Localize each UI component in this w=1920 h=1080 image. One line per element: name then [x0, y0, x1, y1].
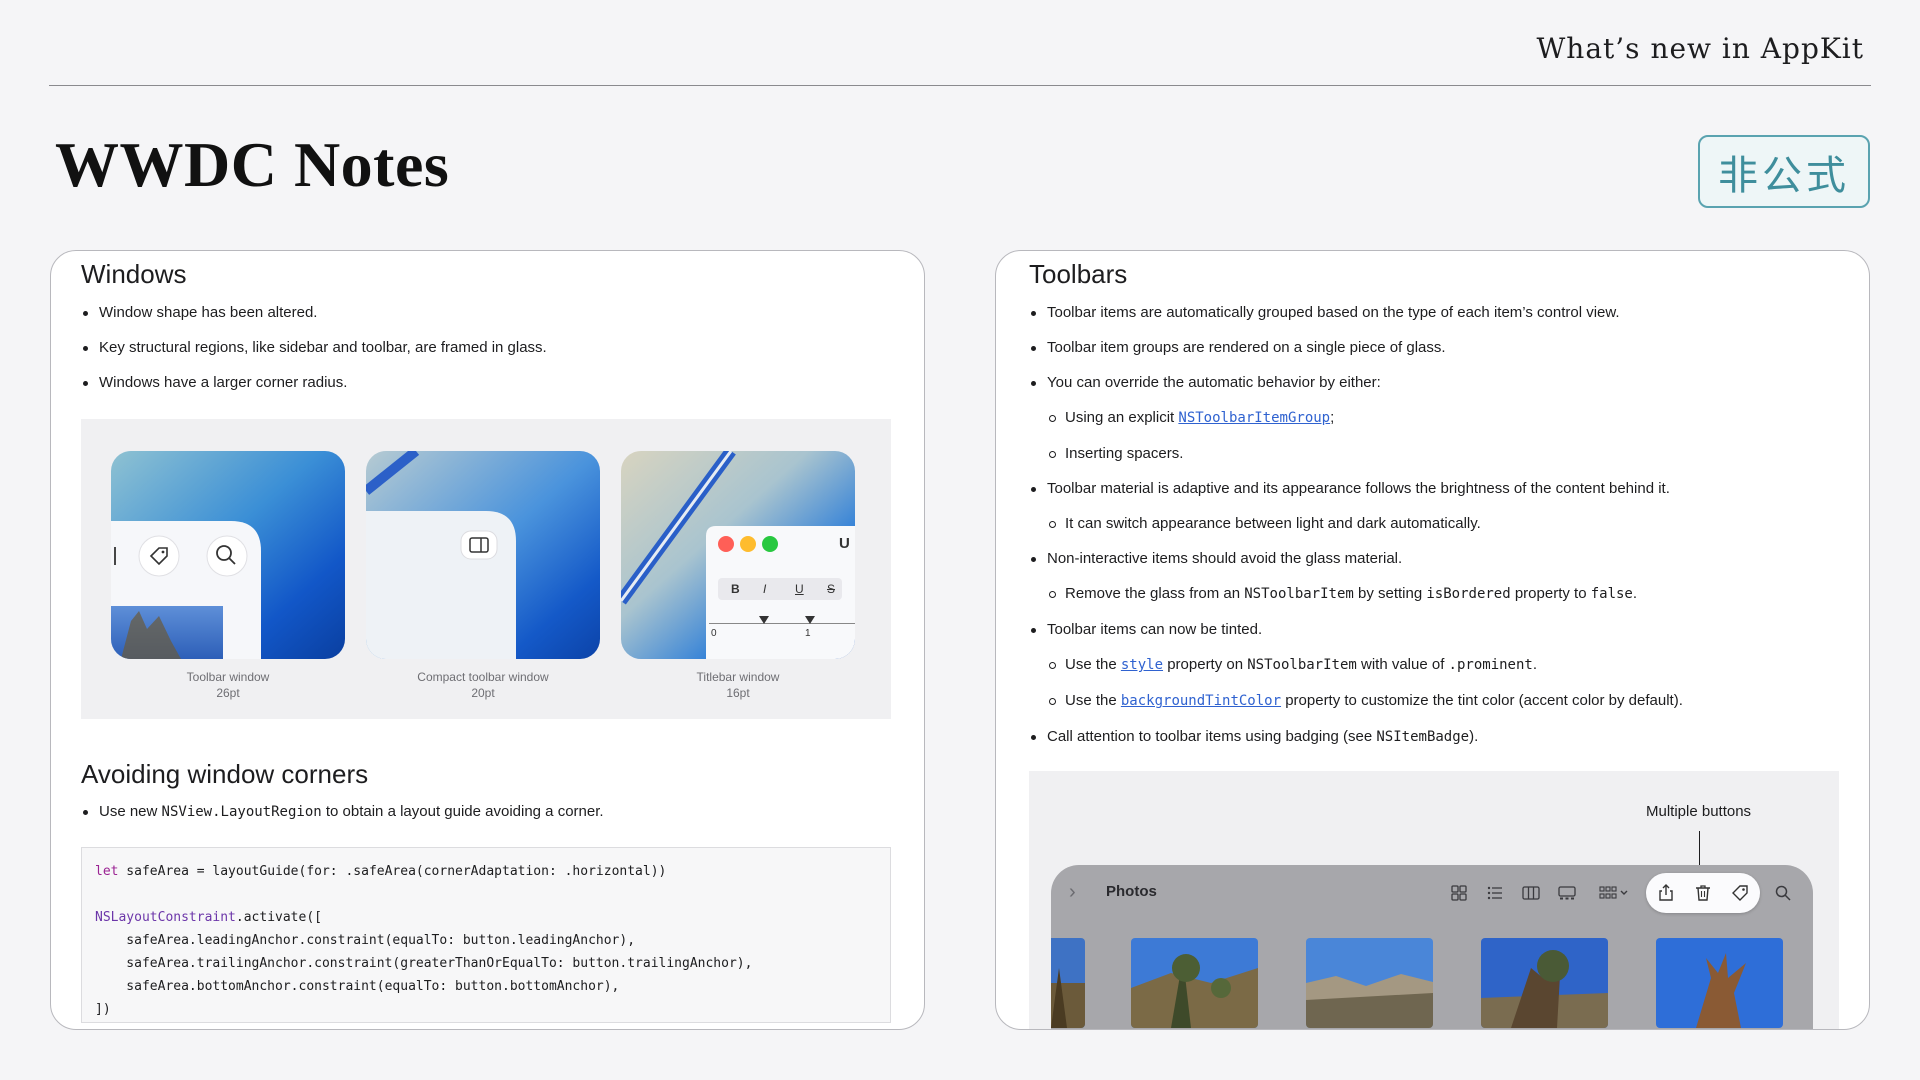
gallery-icon[interactable]: [1555, 881, 1579, 905]
text-format-italic[interactable]: I: [763, 582, 766, 596]
list-item: Use the style property on NSToolbarItem …: [1029, 647, 1683, 683]
ruler-tick-label: 0: [711, 628, 717, 639]
photo-thumbnail[interactable]: [1306, 938, 1433, 1028]
list-item: Toolbar items are automatically grouped …: [1029, 295, 1683, 330]
list-item: Inserting spacers.: [1029, 436, 1683, 471]
page-title: WWDC Notes: [55, 129, 450, 200]
style-link[interactable]: style: [1121, 657, 1163, 673]
photo-thumbnail[interactable]: [1656, 938, 1783, 1028]
app-name: Photos: [1106, 883, 1157, 900]
titlebar-window-thumbnail: B I U S 0 1 U: [621, 451, 855, 659]
ruler: 0 1: [709, 616, 855, 657]
thumbnail-caption: Toolbar window 26pt: [186, 670, 270, 700]
list-item: Use new NSView.LayoutRegion to obtain a …: [81, 794, 604, 830]
tag-icon[interactable]: [1728, 881, 1752, 905]
window-corner-illustration: Toolbar window 26pt Compact toolbar windo…: [81, 419, 891, 719]
trash-icon[interactable]: [1691, 881, 1715, 905]
sidebar-icon[interactable]: [460, 530, 498, 560]
photos-app-window: › Photos: [1051, 865, 1813, 1029]
toolbars-bullet-list: Toolbar items are automatically grouped …: [1029, 295, 1683, 755]
list-item: Key structural regions, like sidebar and…: [81, 330, 547, 365]
backgroundtintcolor-link[interactable]: backgroundTintColor: [1121, 693, 1281, 709]
list-item: Windows have a larger corner radius.: [81, 365, 547, 400]
windows-section-title: Windows: [81, 259, 187, 289]
list-item: Call attention to toolbar items using ba…: [1029, 719, 1683, 755]
close-window-button[interactable]: [718, 536, 734, 552]
list-item: Toolbar item groups are rendered on a si…: [1029, 330, 1683, 365]
ruler-tick-label: 1: [805, 628, 811, 639]
grid-icon[interactable]: [1447, 881, 1471, 905]
compact-toolbar-window-thumbnail: [366, 451, 600, 659]
list-icon[interactable]: [1483, 881, 1507, 905]
header-divider: [49, 85, 1871, 86]
avoid-corners-section-title: Avoiding window corners: [81, 759, 369, 789]
toolbars-section-title: Toolbars: [1029, 259, 1128, 289]
list-item: Remove the glass from an NSToolbarItem b…: [1029, 576, 1683, 612]
windows-card: Windows Window shape has been altered. K…: [50, 250, 925, 1030]
list-item: It can switch appearance between light a…: [1029, 506, 1683, 541]
windows-bullet-list: Window shape has been altered. Key struc…: [81, 295, 547, 400]
toolbar-overflow-text: U: [839, 535, 850, 552]
share-icon[interactable]: [1654, 881, 1678, 905]
ruler-marker[interactable]: [759, 616, 769, 624]
toolbar-window-thumbnail: [111, 451, 345, 659]
photo-thumbnail[interactable]: [1481, 938, 1608, 1028]
text-format-underline[interactable]: U: [795, 582, 804, 596]
chevron-right-icon[interactable]: ›: [1069, 881, 1076, 904]
list-item: Non-interactive items should avoid the g…: [1029, 541, 1683, 576]
thumbnail-caption: Compact toolbar window 20pt: [417, 670, 549, 700]
text-format-bold[interactable]: B: [731, 582, 740, 596]
columns-icon[interactable]: [1519, 881, 1543, 905]
photo-thumbnail[interactable]: [1131, 938, 1258, 1028]
header-title: What’s new in AppKit: [1536, 32, 1864, 65]
avoid-corners-bullet-list: Use new NSView.LayoutRegion to obtain a …: [81, 794, 604, 830]
photo-thumbnail[interactable]: [1051, 938, 1085, 1028]
toolbars-card: Toolbars Toolbar items are automatically…: [995, 250, 1870, 1030]
list-item: Using an explicit NSToolbarItemGroup;: [1029, 400, 1683, 436]
list-item: You can override the automatic behavior …: [1029, 365, 1683, 400]
toolbar: › Photos: [1051, 865, 1813, 923]
text-format-strikethrough[interactable]: S: [827, 582, 835, 596]
multiple-buttons-group: [1646, 873, 1760, 913]
list-item: Window shape has been altered.: [81, 295, 547, 330]
callout-label: Multiple buttons: [1646, 803, 1752, 820]
code-block: let safeArea = layoutGuide(for: .safeAre…: [81, 847, 891, 1023]
list-item: Toolbar items can now be tinted.: [1029, 612, 1683, 647]
zoom-window-button[interactable]: [762, 536, 778, 552]
ruler-marker[interactable]: [805, 616, 815, 624]
toolbar-illustration: Multiple buttons › Photos: [1029, 771, 1839, 1029]
unofficial-badge: 非公式: [1698, 135, 1870, 208]
group-menu-icon[interactable]: [1597, 881, 1633, 905]
tag-icon[interactable]: [138, 535, 180, 577]
nstoolbaritemgroup-link[interactable]: NSToolbarItemGroup: [1178, 410, 1330, 426]
list-item: Use the backgroundTintColor property to …: [1029, 683, 1683, 719]
thumbnail-caption: Titlebar window 16pt: [696, 670, 780, 700]
list-item: Toolbar material is adaptive and its app…: [1029, 471, 1683, 506]
search-icon[interactable]: [206, 535, 248, 577]
minimize-window-button[interactable]: [740, 536, 756, 552]
search-icon[interactable]: [1771, 881, 1795, 905]
